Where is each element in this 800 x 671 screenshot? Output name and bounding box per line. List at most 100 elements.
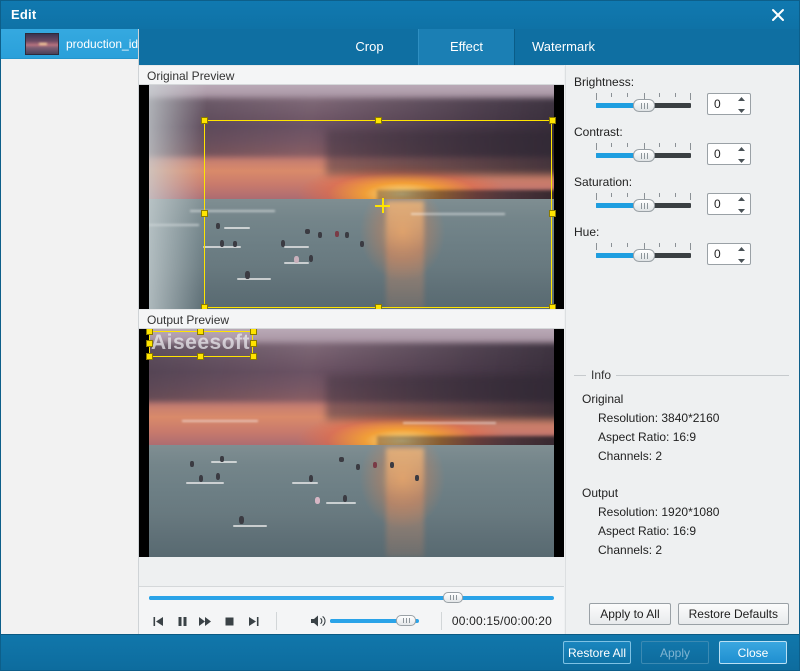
transport-buttons-row: 00:00:15/00:00:20 [139,607,564,635]
info-output-heading: Output [582,486,619,500]
chevron-up-icon [738,97,745,101]
pause-button[interactable] [170,609,194,633]
crop-handle-top-center[interactable] [375,117,382,124]
tab-effect[interactable]: Effect [418,29,515,65]
apply-to-all-button[interactable]: Apply to All [589,603,671,625]
footer-button-row: Restore All Apply Close [563,641,787,664]
tab-crop[interactable]: Crop [321,29,418,65]
close-dialog-button[interactable]: Close [719,641,787,664]
volume-button[interactable] [306,609,330,633]
tab-watermark[interactable]: Watermark [515,29,612,65]
chevron-down-icon [738,209,745,213]
info-original-aspect-ratio: Aspect Ratio: 16:9 [598,430,697,444]
watermark-handle-bottom-right[interactable] [250,353,257,360]
info-body: Original Resolution: 3840*2160 Aspect Ra… [574,376,789,557]
volume-thumb[interactable] [395,614,416,626]
window-title: Edit [11,7,37,22]
hue-label: Hue: [574,225,600,239]
chevron-down-icon [738,259,745,263]
close-button[interactable] [765,4,791,26]
crop-handle-top-left[interactable] [201,117,208,124]
timeline-track [149,596,554,600]
info-legend: Info [586,368,617,382]
file-name-label: production_id... [66,36,138,51]
volume-slider[interactable] [330,614,419,627]
skip-next-icon [249,616,259,626]
contrast-control: Contrast: 0 [566,125,799,165]
contrast-slider[interactable] [596,143,692,165]
time-divider [440,612,442,630]
title-bar: Edit [1,1,799,29]
saturation-slider[interactable] [596,193,692,215]
crop-handle-bottom-right[interactable] [549,304,556,309]
playback-transport: 00:00:15/00:00:20 [139,586,564,635]
saturation-control: Saturation: 0 [566,175,799,215]
chevron-down-icon [738,109,745,113]
contrast-thumb[interactable] [632,149,655,162]
watermark-handle-bottom-left[interactable] [146,353,153,360]
info-output-channels: Channels: 2 [598,543,663,557]
output-preview-video[interactable]: Aiseesoft [139,329,564,557]
output-preview-header: Output Preview [139,309,564,329]
main-content: Original Preview Output Preview Aiseesof… [139,65,799,635]
crop-handle-bottom-left[interactable] [201,304,208,309]
brightness-spinbox[interactable]: 0 [707,93,751,115]
original-preview-header: Original Preview [139,65,564,85]
apply-button: Apply [641,641,709,664]
brightness-control: Brightness: 0 [566,75,799,115]
contrast-stepper[interactable] [737,146,746,164]
crop-handle-mid-left[interactable] [201,210,208,217]
watermark-handle-top-left[interactable] [146,329,153,335]
saturation-stepper[interactable] [737,196,746,214]
list-item[interactable]: production_id... [1,29,138,59]
watermark-handle-mid-right[interactable] [250,340,257,347]
info-output-aspect-ratio: Aspect Ratio: 16:9 [598,524,697,538]
restore-defaults-button[interactable]: Restore Defaults [677,603,789,625]
info-original-heading: Original [582,392,624,406]
skip-previous-icon [153,616,163,626]
hue-slider[interactable] [596,243,692,265]
crop-handle-top-right[interactable] [549,117,556,124]
hue-stepper[interactable] [737,246,746,264]
saturation-label: Saturation: [574,175,633,189]
brightness-thumb[interactable] [632,99,655,112]
contrast-spinbox[interactable]: 0 [707,143,751,165]
video-thumbnail-icon [25,32,59,55]
next-button[interactable] [242,609,266,633]
transport-divider [275,612,277,630]
hue-spinbox[interactable]: 0 [707,243,751,265]
hue-thumb[interactable] [632,249,655,262]
watermark-handle-bottom-center[interactable] [197,353,204,360]
saturation-spinbox[interactable]: 0 [707,193,751,215]
watermark-handle-mid-left[interactable] [146,340,153,347]
brightness-value: 0 [714,97,721,111]
dialog-footer: Restore All Apply Close [1,634,799,670]
tab-list: Crop Effect Watermark [321,29,612,65]
chevron-up-icon [738,147,745,151]
info-group-box: Info Original Resolution: 3840*2160 Aspe… [574,368,789,562]
previous-button[interactable] [146,609,170,633]
file-list-sidebar: production_id... [1,29,139,635]
crop-handle-mid-right[interactable] [549,210,556,217]
chevron-up-icon [738,247,745,251]
contrast-value: 0 [714,147,721,161]
fast-forward-icon [199,616,212,626]
brightness-stepper[interactable] [737,96,746,114]
chevron-down-icon [738,159,745,163]
saturation-thumb[interactable] [632,199,655,212]
crop-handle-bottom-center[interactable] [375,304,382,309]
watermark-handle-top-right[interactable] [250,329,257,335]
stop-icon [225,617,234,625]
stop-button[interactable] [218,609,242,633]
pause-icon [178,616,187,626]
brightness-slider[interactable] [596,93,692,115]
timeline-thumb[interactable] [442,592,463,603]
watermark-handle-top-center[interactable] [197,329,204,335]
preview-column: Original Preview Output Preview Aiseesof… [139,65,564,635]
original-preview-video[interactable] [139,85,564,309]
fast-forward-button[interactable] [194,609,218,633]
effect-settings-panel: Brightness: 0 Contrast: 0 Saturation: 0 … [565,65,799,635]
chevron-up-icon [738,197,745,201]
restore-all-button[interactable]: Restore All [563,641,631,664]
timeline-slider[interactable] [149,592,554,603]
